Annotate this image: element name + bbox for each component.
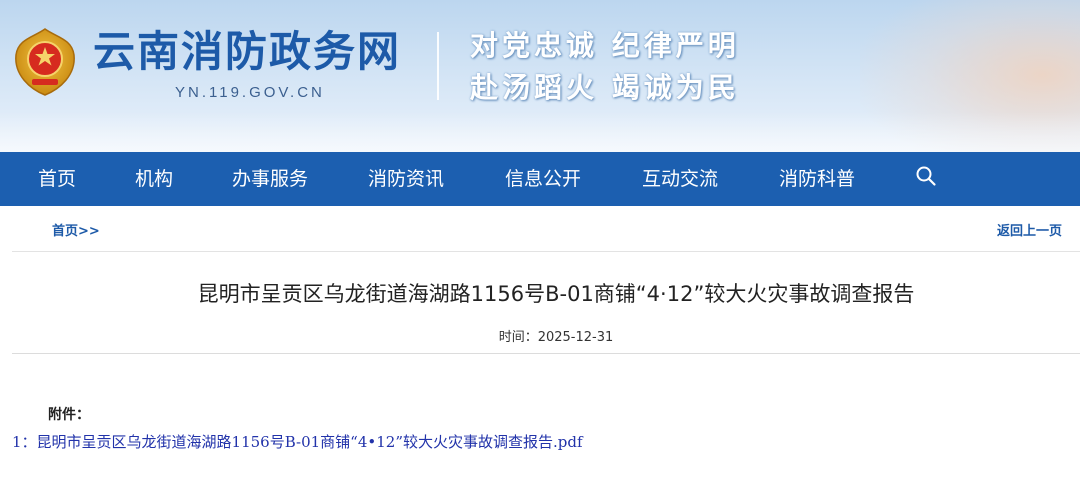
- time-value: 2025-12-31: [537, 330, 614, 345]
- nav-item-home[interactable]: 首页: [38, 152, 76, 206]
- slogan-line-2: 赴汤蹈火 竭诚为民: [470, 71, 740, 104]
- back-link[interactable]: 返回上一页: [997, 220, 1062, 239]
- site-title[interactable]: 云南消防政务网: [93, 28, 401, 76]
- article-time: 时间：2025-12-31: [0, 326, 1080, 345]
- attachment-item: 1：昆明市呈贡区乌龙街道海湖路1156号B-01商铺“4•12”较大火灾事故调查…: [12, 431, 583, 452]
- nav-item-organization[interactable]: 机构: [135, 152, 173, 206]
- site-domain: YN.119.GOV.CN: [175, 84, 325, 101]
- header-divider: [437, 32, 439, 100]
- divider: [12, 353, 1080, 354]
- breadcrumb-bar: 首页>> 返回上一页: [12, 206, 1080, 252]
- attachment-index: 1：: [12, 433, 37, 451]
- nav-item-services[interactable]: 办事服务: [232, 152, 308, 206]
- slogan-line-1: 对党忠诚 纪律严明: [470, 29, 740, 62]
- breadcrumb-home-link[interactable]: 首页>>: [52, 220, 100, 239]
- site-banner: 云南消防政务网 YN.119.GOV.CN 对党忠诚 纪律严明 赴汤蹈火 竭诚为…: [0, 0, 1080, 152]
- nav-item-news[interactable]: 消防资讯: [368, 152, 444, 206]
- attachment-link[interactable]: 昆明市呈贡区乌龙街道海湖路1156号B-01商铺“4•12”较大火灾事故调查报告…: [37, 433, 583, 451]
- nav-item-science[interactable]: 消防科普: [779, 152, 855, 206]
- attachment-label: 附件：: [48, 407, 90, 423]
- nav-item-disclosure[interactable]: 信息公开: [505, 152, 581, 206]
- article-title: 昆明市呈贡区乌龙街道海湖路1156号B-01商铺“4·12”较大火灾事故调查报告: [197, 282, 915, 306]
- search-icon[interactable]: [915, 165, 937, 187]
- fire-rescue-emblem-icon: [15, 28, 75, 96]
- nav-item-interaction[interactable]: 互动交流: [642, 152, 718, 206]
- time-label: 时间：: [498, 330, 538, 345]
